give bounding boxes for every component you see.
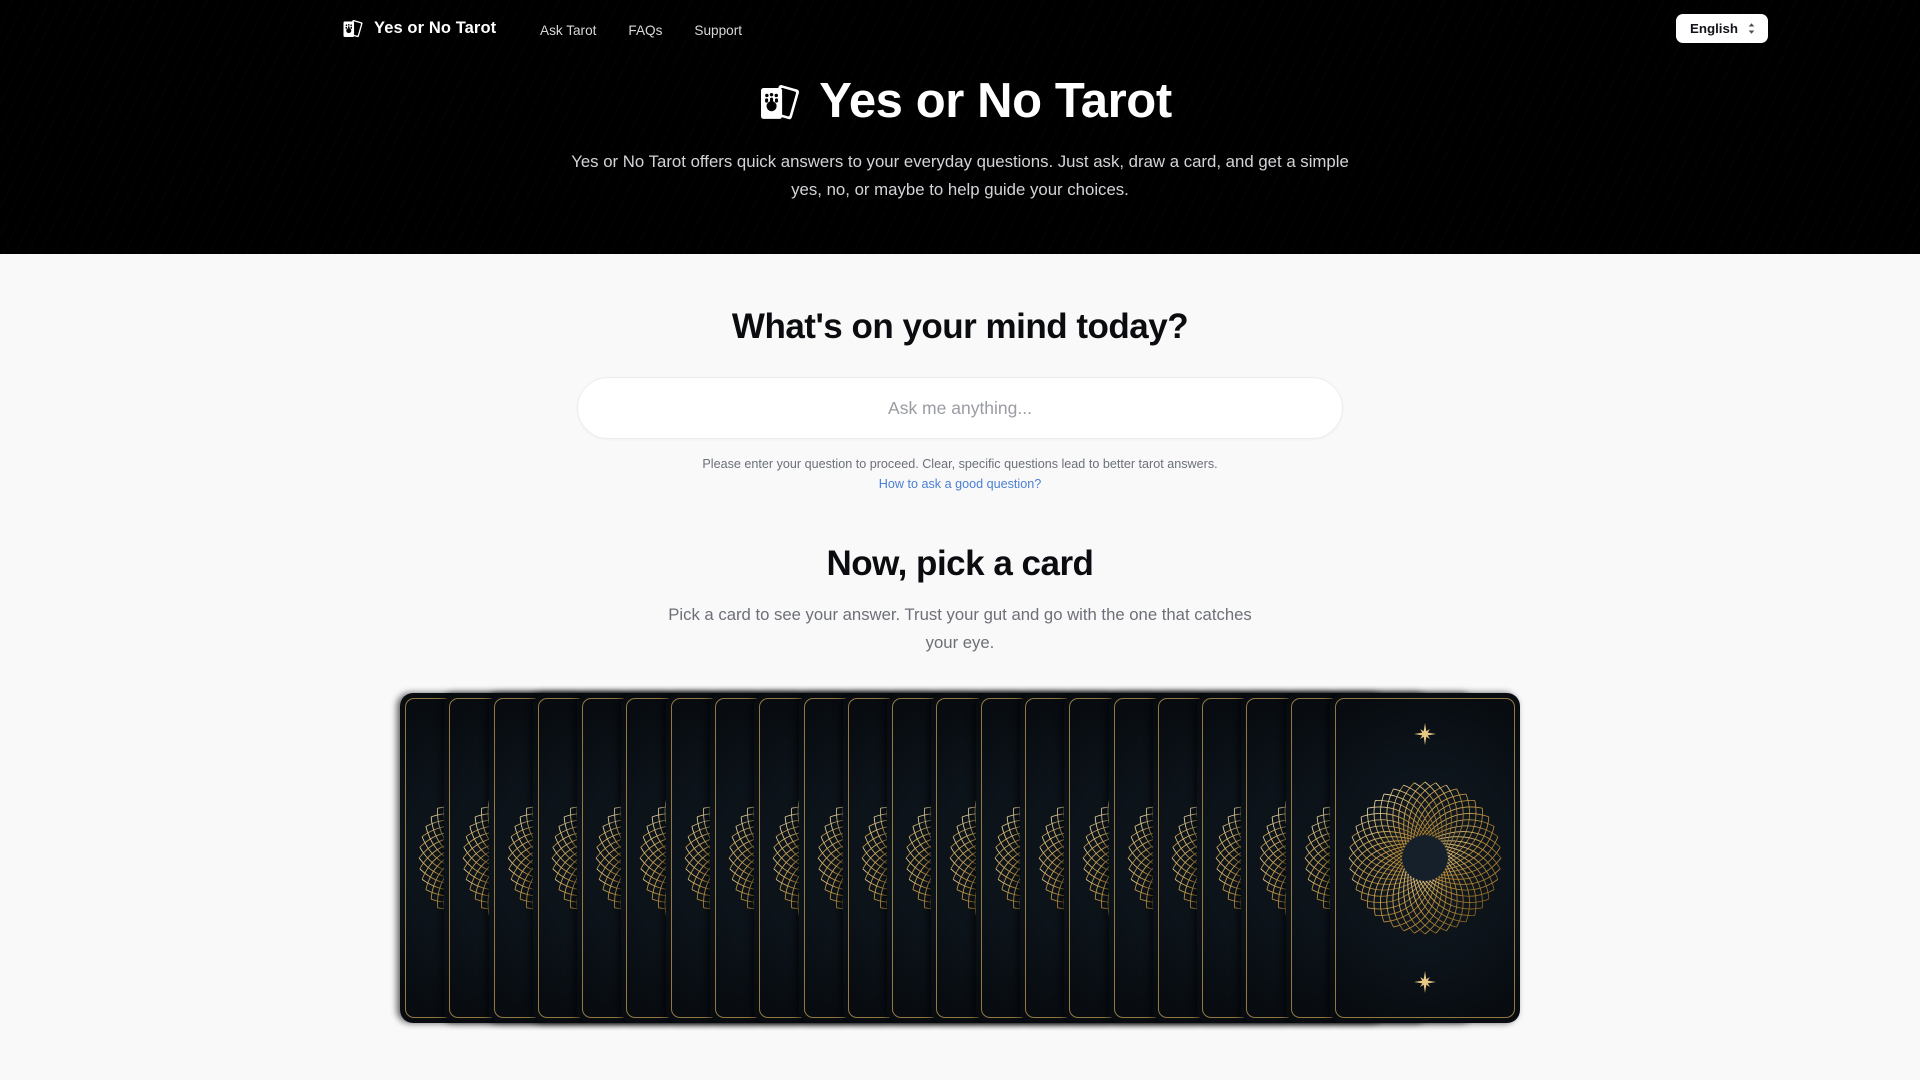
tarot-cards-icon xyxy=(748,75,800,127)
top-navbar: Yes or No Tarot Ask Tarot FAQs Support E… xyxy=(0,0,1920,62)
pick-card-section: Now, pick a card Pick a card to see your… xyxy=(0,544,1920,1023)
hero-title-row: Yes or No Tarot xyxy=(0,75,1920,127)
nav-link-support[interactable]: Support xyxy=(694,23,742,38)
hero-banner: Yes or No Tarot Ask Tarot FAQs Support E… xyxy=(0,0,1920,254)
ask-heading: What's on your mind today? xyxy=(731,307,1189,346)
language-selector-label: English xyxy=(1689,21,1738,36)
pick-card-subtitle: Pick a card to see your answer. Trust yo… xyxy=(668,604,1252,652)
card-fan-wrap xyxy=(400,692,1520,1023)
card-fan xyxy=(400,692,1520,1023)
ask-helper-text: Please enter your question to proceed. C… xyxy=(702,457,1218,472)
how-to-ask-link[interactable]: How to ask a good question? xyxy=(879,474,1041,494)
brand-name: Yes or No Tarot xyxy=(374,18,497,37)
hero-subtitle: Yes or No Tarot offers quick answers to … xyxy=(571,152,1349,199)
nav-link-faqs[interactable]: FAQs xyxy=(628,23,662,38)
page-title: Yes or No Tarot xyxy=(819,73,1172,128)
brand-logo-link[interactable]: Yes or No Tarot xyxy=(337,15,496,41)
question-input[interactable] xyxy=(577,377,1343,440)
tarot-card-front[interactable] xyxy=(1330,692,1520,1023)
main-content: What's on your mind today? Please enter … xyxy=(0,254,1920,1023)
chevron-up-down-icon xyxy=(1747,22,1756,35)
tarot-cards-icon xyxy=(337,15,363,41)
language-selector[interactable]: English xyxy=(1675,14,1768,43)
ask-section: What's on your mind today? Please enter … xyxy=(0,254,1920,494)
nav-link-ask-tarot[interactable]: Ask Tarot xyxy=(540,23,596,38)
nav-links: Ask Tarot FAQs Support xyxy=(540,23,742,38)
pick-card-heading: Now, pick a card xyxy=(826,544,1094,584)
ask-helper: Please enter your question to proceed. C… xyxy=(0,454,1920,494)
ask-input-wrap xyxy=(577,377,1343,440)
